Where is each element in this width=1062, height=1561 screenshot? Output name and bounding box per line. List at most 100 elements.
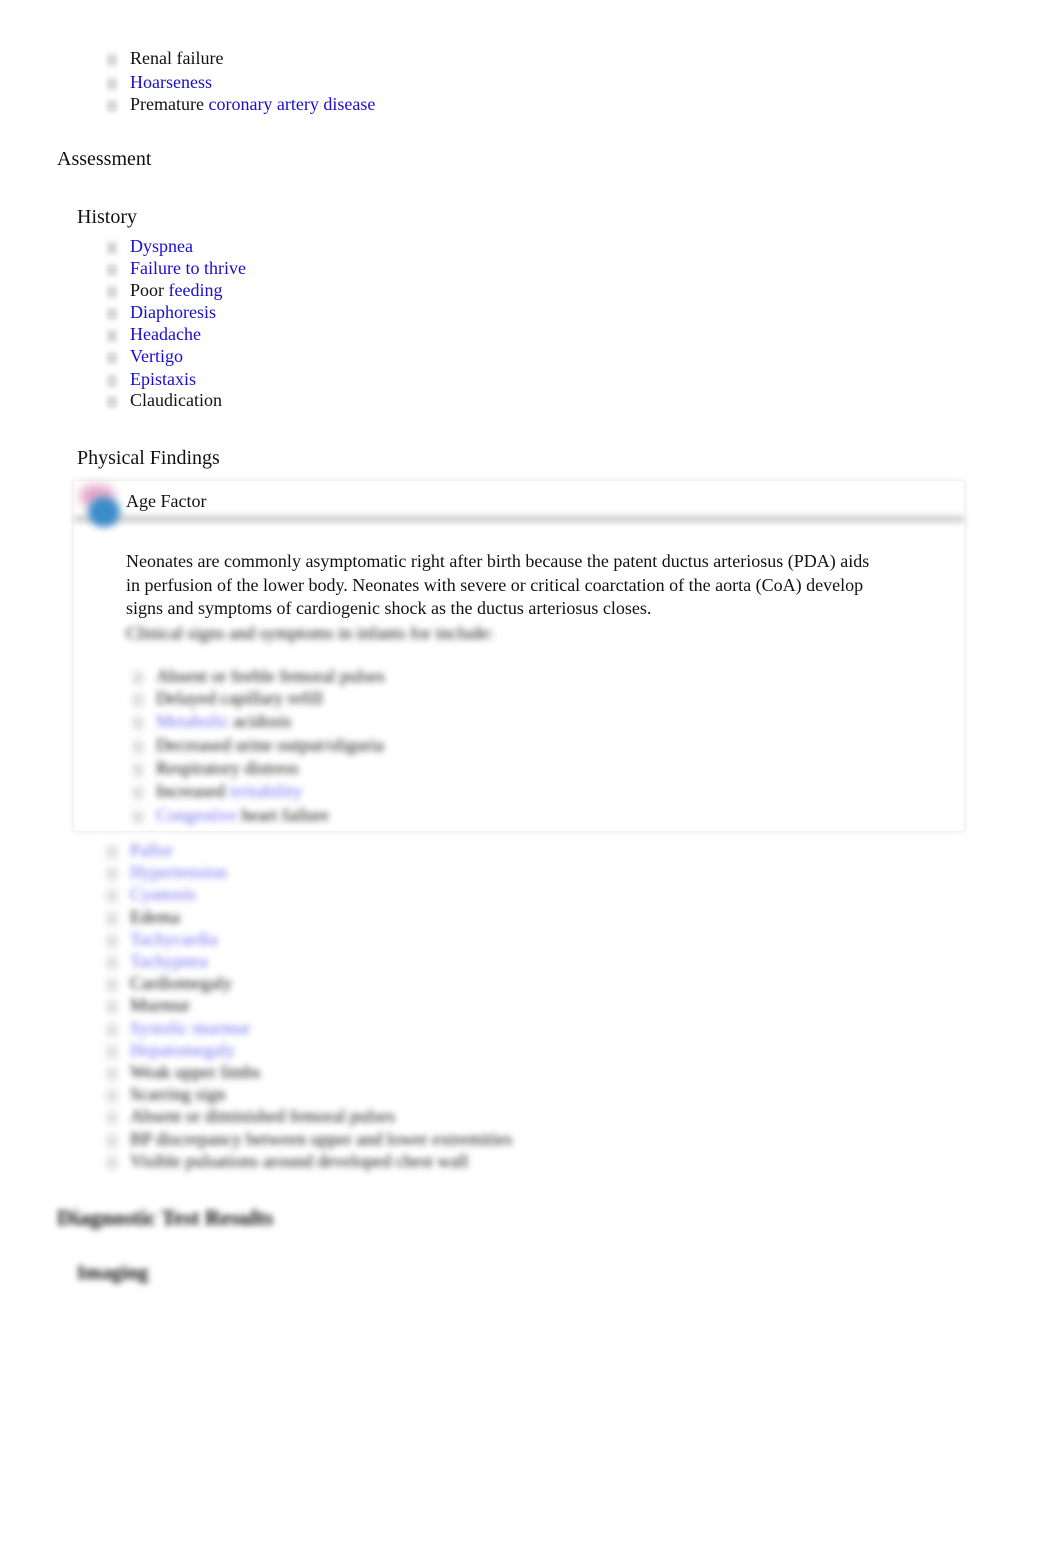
item-text: Absent or feeble femoral pulses — [156, 666, 385, 686]
bullet-icon — [133, 811, 143, 823]
term-link[interactable]: Headache — [130, 324, 201, 344]
bullet-icon — [107, 308, 117, 320]
item-text: Murmur — [130, 995, 190, 1016]
item-text: Premature — [130, 94, 209, 114]
bullet-icon — [107, 352, 117, 364]
term-link[interactable]: Cyanosis — [130, 884, 196, 904]
item-text: BP discrepancy between upper and lower e… — [130, 1128, 513, 1149]
item-text: Poor — [130, 280, 169, 300]
bullet-icon — [107, 286, 117, 298]
bullet-icon — [107, 957, 117, 969]
item-text: Visible pulsations around developed ches… — [130, 1150, 469, 1171]
bullet-icon — [107, 1112, 117, 1125]
list-item: Congestive heart failure — [156, 805, 329, 826]
bullet-icon — [107, 1156, 117, 1169]
bullet-icon — [107, 1001, 117, 1014]
list-item: Claudication — [130, 390, 222, 411]
bullet-icon — [107, 934, 117, 947]
term-link[interactable]: Tachypnea — [130, 951, 208, 971]
age-factor-icon — [78, 483, 126, 533]
term-link[interactable]: Congestive — [156, 805, 237, 825]
list-item: Decreased urine output/oliguria — [156, 735, 384, 756]
list-item: Dyspnea — [130, 236, 193, 257]
term-link[interactable]: coronary artery disease — [208, 94, 375, 114]
list-item: Respiratory distress — [156, 758, 298, 779]
list-item: Premature coronary artery disease — [130, 94, 375, 115]
diagnostic-heading: Diagnostic Test Results — [57, 1205, 274, 1230]
age-factor-box — [73, 480, 965, 832]
list-item: Epistaxis — [130, 369, 196, 390]
list-item: Headache — [130, 324, 201, 345]
list-item: Edema — [130, 907, 180, 928]
imaging-heading: Imaging — [77, 1262, 149, 1284]
history-heading: History — [77, 206, 137, 228]
bullet-icon — [107, 78, 117, 90]
item-text: Cardiomegaly — [130, 973, 232, 994]
bullet-icon — [133, 787, 143, 799]
item-text: Edema — [130, 906, 180, 927]
term-link[interactable]: Failure to thrive — [130, 258, 246, 278]
list-item: Murmur — [130, 995, 190, 1016]
item-text: acidosis — [228, 711, 292, 731]
item-text: Respiratory distress — [156, 758, 299, 778]
term-link[interactable]: irritability — [229, 781, 302, 801]
bullet-icon — [107, 1023, 117, 1036]
list-item: Delayed capillary refill — [156, 688, 323, 709]
term-link[interactable]: Pallor — [130, 840, 173, 860]
term-link[interactable]: Systolic murmur — [130, 1018, 251, 1038]
bullet-icon — [107, 330, 117, 342]
term-link[interactable]: Metabolic — [156, 711, 229, 731]
item-text: Weak upper limbs — [130, 1062, 261, 1082]
item-text: Absent or diminished femoral pulses — [130, 1106, 395, 1127]
list-item: Vertigo — [130, 346, 183, 367]
list-item: Hepatomegaly — [130, 1040, 235, 1061]
bullet-icon — [133, 672, 143, 684]
list-item: Systolic murmur — [130, 1018, 251, 1039]
list-item: Pallor — [130, 840, 173, 861]
list-item: Diaphoresis — [130, 302, 216, 323]
bullet-icon — [107, 890, 117, 903]
list-item: Weak upper limbs — [130, 1062, 261, 1083]
bullet-icon — [107, 979, 117, 992]
age-factor-intro: Clinical signs and symptoms in infants f… — [126, 623, 494, 643]
bullet-icon — [107, 100, 117, 112]
list-item: Tachypnea — [130, 951, 208, 972]
item-text: Scarring sign — [130, 1084, 226, 1105]
term-link[interactable]: Epistaxis — [130, 369, 196, 389]
item-text: heart failure — [237, 805, 329, 825]
bullet-icon — [107, 1090, 117, 1103]
bullet-icon — [107, 264, 117, 276]
item-text: Claudication — [130, 390, 222, 410]
bullet-icon — [133, 764, 143, 776]
list-item: Hoarseness — [130, 72, 212, 93]
term-link[interactable]: Diaphoresis — [130, 302, 216, 322]
physical-findings-heading: Physical Findings — [77, 447, 220, 469]
term-link[interactable]: feeding — [169, 280, 223, 300]
term-link[interactable]: Hepatomegaly — [130, 1040, 235, 1060]
list-item: Poor feeding — [130, 280, 223, 301]
bullet-icon — [107, 1068, 117, 1080]
bullet-icon — [107, 54, 117, 66]
list-item: Renal failure — [130, 48, 223, 69]
bullet-icon — [133, 694, 143, 706]
list-item: Hypertension — [130, 862, 227, 883]
bullet-icon — [107, 846, 117, 858]
bullet-icon — [107, 242, 117, 254]
list-item: Visible pulsations around developed ches… — [130, 1151, 468, 1172]
assessment-heading: Assessment — [57, 148, 152, 170]
divider — [74, 515, 964, 523]
item-text: Delayed capillary refill — [156, 688, 323, 708]
term-link[interactable]: Vertigo — [130, 346, 183, 366]
list-item: Cyanosis — [130, 884, 196, 905]
term-link[interactable]: Hypertension — [130, 862, 227, 882]
list-item: Metabolic acidosis — [156, 711, 291, 732]
item-text: Decreased urine output/oliguria — [156, 735, 384, 755]
age-factor-title: Age Factor — [126, 491, 207, 511]
bullet-icon — [107, 396, 117, 408]
list-item: Increased irritability — [156, 781, 302, 802]
age-factor-paragraph: Neonates are commonly asymptomatic right… — [126, 551, 870, 618]
term-link[interactable]: Hoarseness — [130, 72, 212, 92]
list-item: Failure to thrive — [130, 258, 246, 279]
term-link[interactable]: Dyspnea — [130, 236, 193, 256]
term-link[interactable]: Tachycardia — [130, 929, 218, 949]
